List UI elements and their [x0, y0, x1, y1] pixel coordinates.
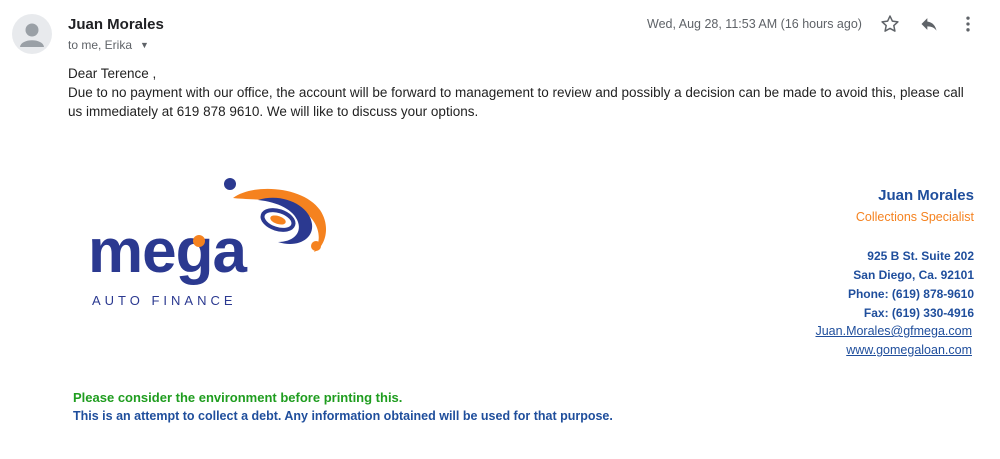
signature-website-link[interactable]: www.gomegaloan.com: [846, 343, 972, 357]
sender-avatar[interactable]: [12, 14, 52, 54]
signature-address-line1: 925 B St. Suite 202: [867, 249, 974, 263]
logo-tagline: AUTO FINANCE: [92, 293, 237, 308]
signature-fax: Fax: (619) 330-4916: [863, 306, 974, 320]
sender-name[interactable]: Juan Morales: [68, 16, 164, 33]
debt-collection-disclaimer: This is an attempt to collect a debt. An…: [73, 409, 613, 423]
email-message: Due to no payment with our office, the a…: [68, 85, 964, 119]
email-timestamp: Wed, Aug 28, 11:53 AM (16 hours ago): [647, 17, 862, 31]
environment-notice: Please consider the environment before p…: [73, 390, 403, 405]
star-icon[interactable]: [878, 12, 902, 36]
signature-phone: Phone: (619) 878-9610: [847, 287, 974, 301]
signature-name: Juan Morales: [878, 187, 974, 204]
email-body: Dear Terence , Due to no payment with ou…: [68, 64, 968, 121]
more-vertical-icon[interactable]: [956, 12, 980, 36]
signature-title: Collections Specialist: [855, 210, 974, 224]
signature-email-link[interactable]: Juan.Morales@gfmega.com: [815, 324, 972, 338]
person-icon: [20, 23, 44, 47]
chevron-down-icon[interactable]: ▼: [140, 40, 149, 50]
logo-wordmark: mega: [88, 217, 247, 286]
email-greeting: Dear Terence ,: [68, 66, 157, 81]
mega-auto-finance-logo: mega AUTO FINANCE: [88, 168, 338, 318]
reply-icon[interactable]: [917, 12, 941, 36]
recipients-toggle[interactable]: to me, Erika ▼: [68, 38, 149, 52]
recipients-label: to me, Erika: [68, 38, 133, 52]
signature-address-line2: San Diego, Ca. 92101: [853, 268, 974, 282]
